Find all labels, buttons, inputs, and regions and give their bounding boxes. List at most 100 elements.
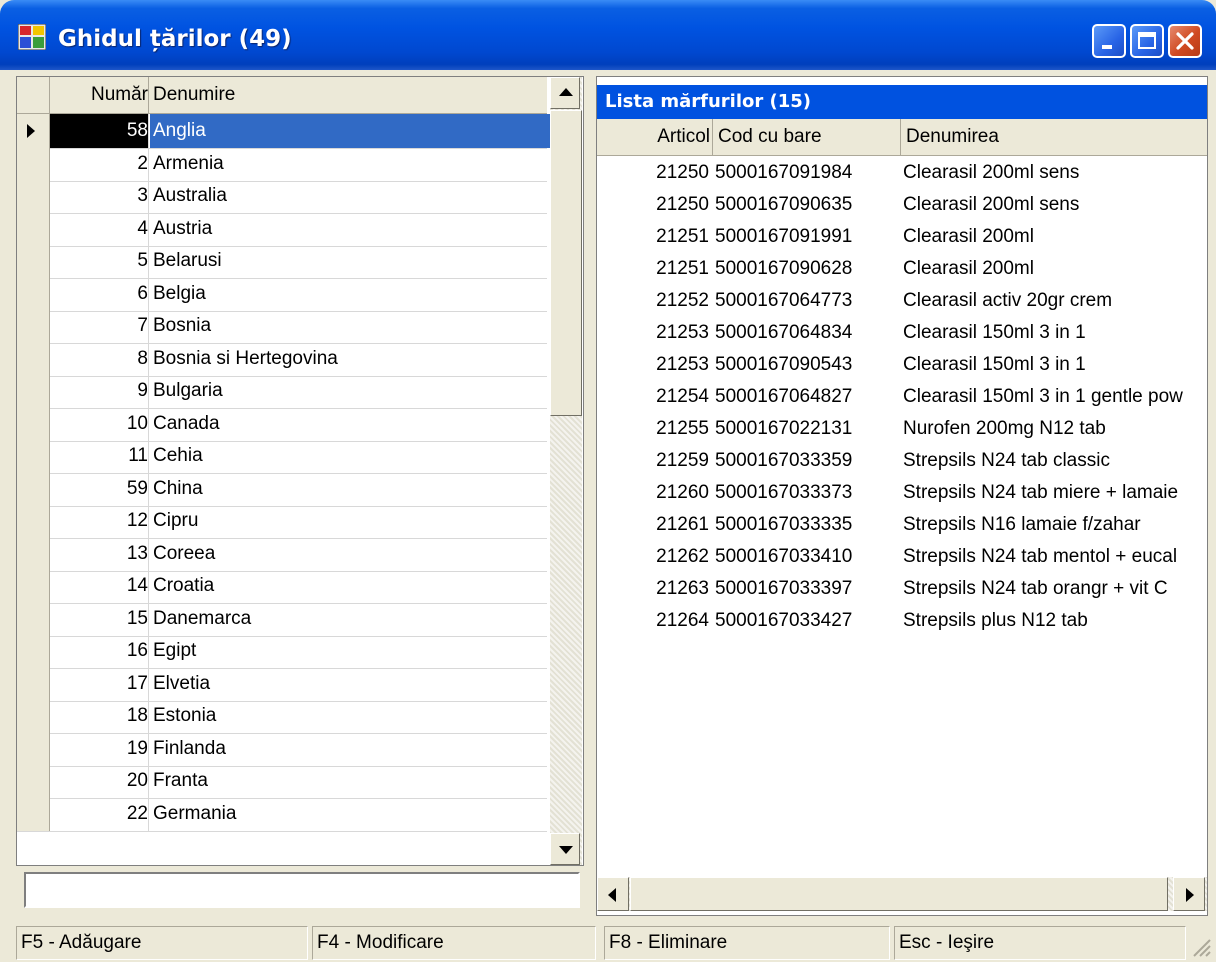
goods-barcode-cell[interactable]: 5000167022131: [715, 412, 901, 446]
country-search-input[interactable]: [24, 872, 580, 908]
country-number-cell[interactable]: 9: [50, 374, 149, 408]
column-header-barcode[interactable]: Cod cu bare: [714, 119, 901, 155]
country-row[interactable]: 16 Egipt: [17, 634, 547, 669]
row-indicator[interactable]: [17, 179, 50, 213]
goods-name-cell[interactable]: Clearasil activ 20gr crem: [903, 284, 1207, 318]
row-indicator[interactable]: [17, 536, 50, 571]
goods-row[interactable]: 21262 5000167033410 Strepsils N24 tab ment…: [597, 540, 1207, 574]
goods-barcode-cell[interactable]: 5000167033410: [715, 540, 901, 574]
goods-article-cell[interactable]: 21264: [609, 604, 709, 638]
row-indicator[interactable]: [17, 309, 50, 343]
column-header-name[interactable]: Denumire: [153, 77, 235, 113]
goods-row[interactable]: 21261 5000167033335 Strepsils N16 lamaie f…: [597, 508, 1207, 542]
goods-name-cell[interactable]: Clearasil 200ml: [903, 220, 1207, 254]
row-indicator[interactable]: [17, 211, 50, 246]
country-name-cell[interactable]: Finlanda: [150, 732, 550, 766]
country-number-cell[interactable]: 3: [50, 179, 149, 213]
country-name-cell[interactable]: Anglia: [150, 114, 550, 148]
country-name-cell[interactable]: Bulgaria: [150, 374, 550, 408]
country-name-cell[interactable]: Egipt: [150, 634, 550, 668]
country-number-cell[interactable]: 4: [50, 211, 149, 246]
country-number-cell[interactable]: 8: [50, 341, 149, 376]
goods-name-cell[interactable]: Strepsils plus N12 tab: [903, 604, 1207, 638]
row-indicator[interactable]: [17, 666, 50, 701]
goods-row[interactable]: 21255 5000167022131 Nurofen 200mg N12 tab: [597, 412, 1207, 446]
country-name-cell[interactable]: Elvetia: [150, 667, 550, 701]
goods-barcode-cell[interactable]: 5000167064773: [715, 284, 901, 318]
row-indicator[interactable]: [17, 146, 50, 181]
goods-article-cell[interactable]: 21250: [609, 156, 709, 190]
scroll-up-button[interactable]: [550, 77, 580, 109]
country-row[interactable]: 22 Germania: [17, 796, 550, 832]
country-name-cell[interactable]: Bosnia: [150, 309, 550, 343]
row-indicator[interactable]: [17, 244, 50, 278]
country-name-cell[interactable]: Franta: [150, 764, 550, 798]
country-name-cell[interactable]: Australia: [150, 179, 550, 213]
goods-article-cell[interactable]: 21253: [609, 348, 709, 382]
country-row[interactable]: 58 Anglia: [17, 114, 550, 149]
goods-article-cell[interactable]: 21262: [609, 540, 709, 574]
countries-grid[interactable]: Număr Denumire 58 Anglia 2 Armenia 3 Australi…: [16, 76, 584, 866]
row-indicator[interactable]: [17, 471, 50, 506]
row-indicator[interactable]: [17, 699, 50, 733]
row-indicator[interactable]: [17, 764, 50, 798]
goods-horizontal-scrollbar[interactable]: [597, 877, 1207, 911]
goods-article-cell[interactable]: 21260: [609, 476, 709, 510]
country-number-cell[interactable]: 17: [50, 666, 149, 701]
title-bar[interactable]: Ghidul țărilor (49): [0, 0, 1216, 70]
country-row[interactable]: 15 Danemarca: [17, 601, 547, 637]
minimize-button[interactable]: [1092, 24, 1126, 58]
goods-row[interactable]: 21260 5000167033373 Strepsils N24 tab mier…: [597, 476, 1207, 510]
country-row[interactable]: 19 Finlanda: [17, 731, 550, 767]
country-number-cell[interactable]: 19: [50, 731, 149, 766]
row-indicator[interactable]: [17, 731, 50, 766]
goods-name-cell[interactable]: Strepsils N24 tab orangr + vit C: [903, 572, 1207, 606]
column-header-article[interactable]: Articol: [597, 119, 713, 155]
row-indicator[interactable]: [17, 114, 50, 148]
row-indicator[interactable]: [17, 569, 50, 603]
row-indicator[interactable]: [17, 406, 50, 441]
country-number-cell[interactable]: 11: [50, 439, 149, 473]
country-row[interactable]: 18 Estonia: [17, 699, 547, 734]
goods-article-cell[interactable]: 21250: [609, 188, 709, 222]
country-name-cell[interactable]: China: [150, 472, 550, 506]
countries-vertical-scrollbar[interactable]: [550, 77, 582, 865]
goods-article-cell[interactable]: 21259: [609, 444, 709, 478]
goods-article-cell[interactable]: 21251: [609, 220, 709, 254]
status-add[interactable]: F5 - Adăugare: [16, 926, 308, 960]
goods-article-cell[interactable]: 21252: [609, 284, 709, 318]
row-indicator[interactable]: [17, 374, 50, 408]
country-number-cell[interactable]: 7: [50, 309, 149, 343]
goods-row[interactable]: 21253 5000167064834 Clearasil 150ml 3 in 1: [597, 316, 1207, 350]
column-header-goods-name[interactable]: Denumirea: [902, 119, 1207, 155]
goods-barcode-cell[interactable]: 5000167091991: [715, 220, 901, 254]
country-row[interactable]: 4 Austria: [17, 211, 547, 247]
country-name-cell[interactable]: Croatia: [150, 569, 550, 603]
goods-row[interactable]: 21254 5000167064827 Clearasil 150ml 3 in 1…: [597, 380, 1207, 414]
goods-article-cell[interactable]: 21263: [609, 572, 709, 606]
country-number-cell[interactable]: 6: [50, 276, 149, 311]
country-number-cell[interactable]: 18: [50, 699, 149, 733]
country-row[interactable]: 12 Cipru: [17, 504, 547, 539]
row-indicator[interactable]: [17, 796, 50, 831]
goods-name-cell[interactable]: Clearasil 200ml sens: [903, 156, 1207, 190]
row-indicator[interactable]: [17, 634, 50, 668]
goods-name-cell[interactable]: Clearasil 200ml: [903, 252, 1207, 286]
country-row[interactable]: 10 Canada: [17, 406, 550, 442]
country-number-cell[interactable]: 10: [50, 406, 149, 441]
row-indicator[interactable]: [17, 504, 50, 538]
country-name-cell[interactable]: Coreea: [150, 537, 550, 571]
maximize-button[interactable]: [1130, 24, 1164, 58]
goods-row[interactable]: 21251 5000167090628 Clearasil 200ml: [597, 252, 1207, 286]
country-row[interactable]: 13 Coreea: [17, 536, 550, 572]
goods-row[interactable]: 21251 5000167091991 Clearasil 200ml: [597, 220, 1207, 254]
country-row[interactable]: 3 Australia: [17, 179, 547, 214]
country-name-cell[interactable]: Germania: [150, 797, 550, 831]
country-name-cell[interactable]: Bosnia si Hertegovina: [150, 342, 550, 376]
country-name-cell[interactable]: Estonia: [150, 699, 550, 733]
goods-row[interactable]: 21252 5000167064773 Clearasil activ 20gr c…: [597, 284, 1207, 318]
goods-name-cell[interactable]: Clearasil 200ml sens: [903, 188, 1207, 222]
goods-barcode-cell[interactable]: 5000167033397: [715, 572, 901, 606]
scroll-right-button[interactable]: [1173, 877, 1205, 911]
country-name-cell[interactable]: Canada: [150, 407, 550, 441]
